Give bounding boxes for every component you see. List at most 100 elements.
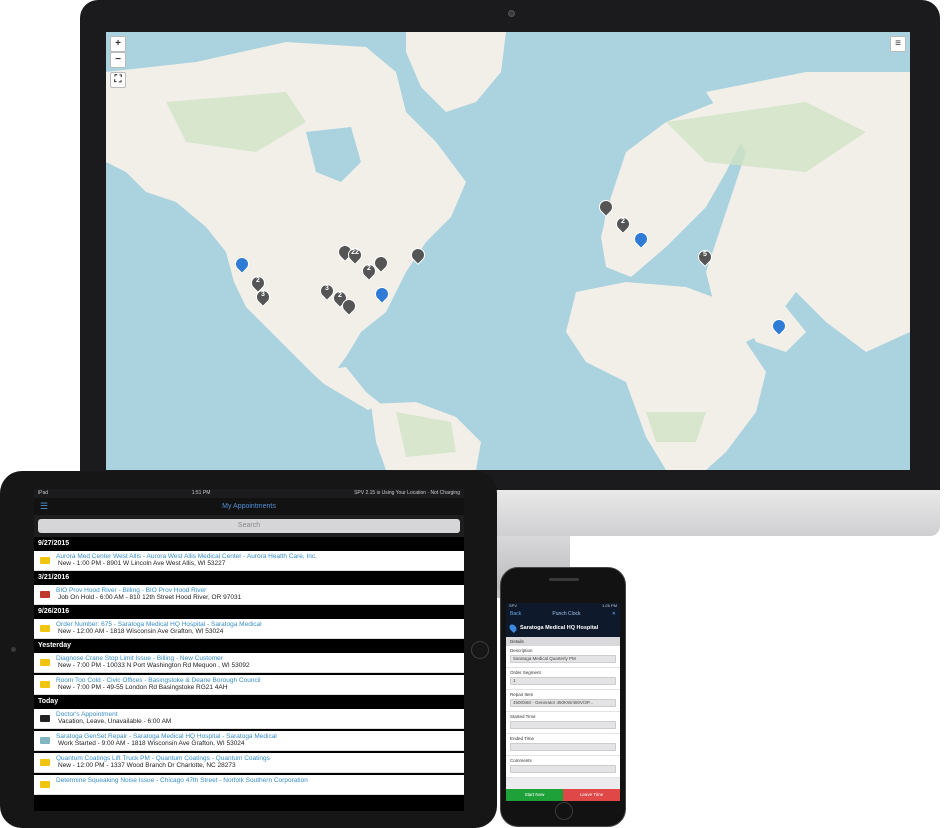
zoom-out-button[interactable]: − <box>110 52 126 68</box>
site-header: Saratoga Medical HQ Hospital <box>506 619 620 637</box>
map-pin[interactable] <box>596 197 616 220</box>
appointment-title: Quantum Coatings Lift Truck PM - Quantum… <box>56 755 270 762</box>
appointment-detail: New - 12:00 PM - 1337 Wood Branch Dr Cha… <box>58 762 236 769</box>
appointment-title: BIO Prov Hood River - Billing - BIO Prov… <box>56 587 207 594</box>
appointment-row[interactable]: Saratoga GenSet Repair - Saratoga Medica… <box>34 731 464 751</box>
date-header: 3/21/2016 <box>38 574 70 581</box>
page-title: Punch Clock <box>552 611 581 617</box>
repair-item-field[interactable]: Repair Item 4500S60 - Generator 450KW/48… <box>506 690 620 712</box>
field-value[interactable]: 4500S60 - Generator 450KW/480V/3P... <box>510 699 616 707</box>
layers-icon[interactable]: ≡ <box>890 36 906 52</box>
truck-icon <box>40 681 50 688</box>
home-button[interactable] <box>555 802 573 820</box>
start-now-button[interactable]: Start Now <box>506 789 563 801</box>
ended-time-field[interactable]: Ended Time <box>506 734 620 756</box>
map-pin[interactable]: 2 <box>613 214 633 237</box>
action-bar: Start Now Leave Time <box>506 789 620 801</box>
section-header: Details <box>506 637 620 646</box>
field-label: Started Time <box>510 714 536 719</box>
ipad-device: iPad 1:51 PM SPV 2.15 is Using Your Loca… <box>0 471 497 828</box>
date-header: 9/26/2016 <box>38 608 70 615</box>
date-header: 9/27/2015 <box>38 540 70 547</box>
description-field[interactable]: Description Saratoga Medical Quarterly P… <box>506 646 620 668</box>
search-input[interactable]: Search <box>38 519 460 533</box>
appointment-title: Doctor's Appointment <box>56 711 118 718</box>
field-label: Description <box>510 648 533 653</box>
appointment-detail: Vacation, Leave, Unavailable - 6:00 AM <box>58 718 172 725</box>
appointment-detail: New - 7:00 PM - 10033 N Port Washington … <box>58 662 250 669</box>
map-pin[interactable] <box>408 245 428 268</box>
appointment-detail: New - 7:00 PM - 49-55 London Rd Basingst… <box>58 684 228 691</box>
order-segment-field[interactable]: Order Segment 1 <box>506 668 620 690</box>
appointment-title: Saratoga GenSet Repair - Saratoga Medica… <box>56 733 277 740</box>
status-carrier: SPV <box>509 603 518 608</box>
map-pin[interactable] <box>339 296 359 319</box>
back-button[interactable]: Back <box>510 611 521 617</box>
truck-icon <box>40 737 50 744</box>
map-pin[interactable] <box>371 253 391 276</box>
appointment-row[interactable]: Room Too Cold - Civic Offices - Basingst… <box>34 675 464 695</box>
comments-field[interactable]: Comments <box>506 756 620 778</box>
truck-icon <box>40 759 50 766</box>
imac-bezel: + − ⛶ ≡ 2 3 22 2 3 2 2 5 <box>80 0 940 490</box>
appointment-title: Determine Squeaking Noise Issue - Chicag… <box>56 777 308 784</box>
appointment-detail: Work Started - 9:00 AM - 1818 Wisconsin … <box>58 740 245 747</box>
zoom-in-button[interactable]: + <box>110 36 126 52</box>
field-label: Ended Time <box>510 736 535 741</box>
map-pin[interactable]: 22 <box>345 245 365 268</box>
camera-icon <box>508 10 515 17</box>
truck-icon <box>40 591 50 598</box>
started-time-field[interactable]: Started Time <box>506 712 620 734</box>
map-landmass <box>106 32 910 470</box>
fullscreen-icon[interactable]: ⛶ <box>110 72 126 88</box>
map-pin[interactable]: 5 <box>695 247 715 270</box>
appointment-detail: Job On Hold - 6:00 AM - 810 12th Street … <box>58 594 242 601</box>
status-time: 1:26 PM <box>602 603 617 608</box>
map-pin[interactable]: 3 <box>317 281 337 304</box>
field-value[interactable] <box>510 765 616 773</box>
status-right: SPV 2.15 is Using Your Location · Not Ch… <box>354 490 460 496</box>
truck-icon <box>40 781 50 788</box>
appointment-row[interactable]: Quantum Coatings Lift Truck PM - Quantum… <box>34 753 464 773</box>
ipad-screen: iPad 1:51 PM SPV 2.15 is Using Your Loca… <box>34 489 464 811</box>
appointment-row[interactable]: Diagnose Crane Stop Limit Issue - Billin… <box>34 653 464 673</box>
date-header: Yesterday <box>38 642 72 649</box>
location-pin-icon <box>508 623 518 633</box>
world-map[interactable]: + − ⛶ ≡ 2 3 22 2 3 2 2 5 <box>106 32 910 470</box>
menu-icon[interactable]: ☰ <box>40 501 48 512</box>
map-pin[interactable] <box>232 254 252 277</box>
appointment-row[interactable]: Aurora Med Center West Allis - Aurora We… <box>34 551 464 571</box>
marketing-composition: + − ⛶ ≡ 2 3 22 2 3 2 2 5 iPad 1:51 PM SP… <box>0 0 945 828</box>
nav-bar: ☰ My Appointments <box>34 498 464 515</box>
map-pin[interactable] <box>769 316 789 339</box>
map-pin[interactable]: 3 <box>253 287 273 310</box>
appointment-row[interactable]: BIO Prov Hood River - Billing - BIO Prov… <box>34 585 464 605</box>
nav-bar: Back Punch Clock ✕ <box>506 609 620 619</box>
leave-time-button[interactable]: Leave Time <box>563 789 620 801</box>
field-value[interactable] <box>510 743 616 751</box>
field-value[interactable] <box>510 721 616 729</box>
status-carrier: iPad <box>38 490 49 496</box>
appointment-title: Aurora Med Center West Allis - Aurora We… <box>56 553 317 560</box>
appointment-detail: New - 12:00 AM - 1818 Wisconsin Ave Graf… <box>58 628 224 635</box>
field-value[interactable]: Saratoga Medical Quarterly PM <box>510 655 616 663</box>
truck-icon <box>40 557 50 564</box>
truck-icon <box>40 715 50 722</box>
field-label: Repair Item <box>510 692 534 697</box>
appointment-title: Room Too Cold - Civic Offices - Basingst… <box>56 677 261 684</box>
field-label: Order Segment <box>510 670 541 675</box>
appointment-title: Order Number: 675 - Saratoga Medical HQ … <box>56 621 262 628</box>
appointment-row[interactable]: Determine Squeaking Noise Issue - Chicag… <box>34 775 464 795</box>
home-button[interactable] <box>471 641 489 659</box>
site-name: Saratoga Medical HQ Hospital <box>520 625 599 631</box>
status-time: 1:51 PM <box>191 490 211 496</box>
field-label: Comments <box>510 758 532 763</box>
appointment-row[interactable]: Order Number: 675 - Saratoga Medical HQ … <box>34 619 464 639</box>
status-bar: iPad 1:51 PM SPV 2.15 is Using Your Loca… <box>34 489 464 498</box>
map-pin[interactable] <box>372 284 392 307</box>
appointment-row[interactable]: Doctor's Appointment Vacation, Leave, Un… <box>34 709 464 729</box>
speaker-grille <box>549 578 579 581</box>
field-value[interactable]: 1 <box>510 677 616 685</box>
close-icon[interactable]: ✕ <box>612 611 616 617</box>
map-pin[interactable] <box>631 229 651 252</box>
